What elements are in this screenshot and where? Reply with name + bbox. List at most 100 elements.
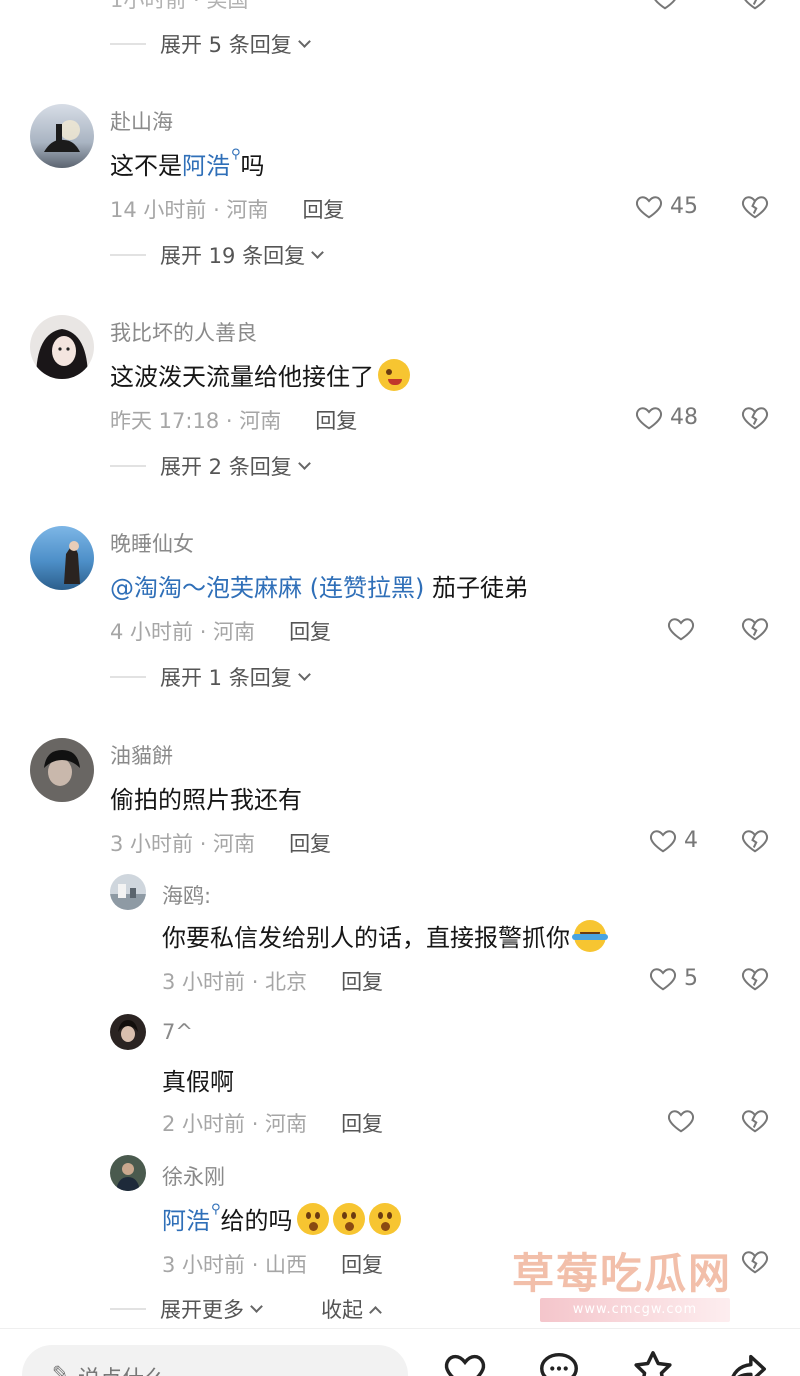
- text-prefix: 这不是: [110, 152, 182, 180]
- like-button[interactable]: 48: [634, 402, 698, 432]
- shocked-face-emoji: [296, 1202, 329, 1235]
- comment-meta: 3 小时前 · 北京 回复: [162, 966, 383, 996]
- expand-replies-button[interactable]: 展开 2 条回复: [110, 451, 311, 481]
- reply-button[interactable]: 回复: [289, 616, 331, 646]
- username[interactable]: 海鸥:: [162, 880, 211, 910]
- like-button[interactable]: [666, 1105, 696, 1135]
- reply-button[interactable]: 回复: [341, 966, 383, 996]
- avatar[interactable]: [30, 315, 94, 379]
- like-count: 45: [670, 193, 698, 219]
- search-link[interactable]: 阿浩: [162, 1201, 210, 1236]
- comment-meta: 3 小时前 · 河南 回复: [110, 828, 331, 858]
- expand-label: 展开 1 条回复: [160, 666, 292, 690]
- broken-heart-icon[interactable]: [740, 402, 770, 432]
- broken-heart-icon[interactable]: [740, 613, 770, 643]
- expand-more-label: 展开更多: [160, 1298, 244, 1322]
- heart-icon: [650, 830, 676, 853]
- comment-text: 这不是 阿浩 ⚲ 吗: [110, 146, 265, 181]
- expand-more-row: 展开更多 收起: [110, 1294, 382, 1324]
- username[interactable]: 赴山海: [110, 106, 173, 136]
- expand-replies-button[interactable]: 展开 19 条回复: [110, 240, 324, 270]
- like-button[interactable]: 4: [648, 825, 698, 855]
- username[interactable]: 7^: [162, 1020, 193, 1044]
- bottom-action-bar: ✎ 说点什么...: [0, 1328, 800, 1376]
- like-button[interactable]: 5: [648, 963, 698, 993]
- dislike-icon[interactable]: [740, 0, 770, 16]
- like-count: 4: [684, 827, 698, 853]
- collapse-button[interactable]: 收起: [321, 1294, 382, 1324]
- broken-heart-icon[interactable]: [740, 825, 770, 855]
- like-count: 5: [684, 965, 698, 991]
- shocked-face-emoji: [332, 1202, 365, 1235]
- chevron-down-icon: [297, 456, 311, 470]
- like-icon[interactable]: [650, 0, 680, 16]
- comment-text: 真假啊: [162, 1062, 234, 1097]
- avatar[interactable]: [30, 104, 94, 168]
- comment-meta: 昨天 17:18 · 河南 回复: [110, 405, 357, 435]
- like-button[interactable]: [666, 613, 696, 643]
- expand-label: 展开 5 条回复: [160, 33, 292, 57]
- text-suffix: 给的吗: [220, 1207, 293, 1235]
- avatar[interactable]: [30, 738, 94, 802]
- chevron-down-icon: [311, 245, 324, 259]
- star-icon[interactable]: [630, 1347, 676, 1376]
- text-suffix: 茄子徒弟: [424, 574, 528, 602]
- expand-replies-button[interactable]: 展开 1 条回复: [110, 662, 311, 692]
- input-placeholder: 说点什么...: [78, 1361, 187, 1376]
- broken-heart-icon[interactable]: [740, 1246, 770, 1276]
- previous-comment-meta: 1小时前 · 美国: [0, 0, 800, 12]
- expand-replies-button[interactable]: 展开 5 条回复: [110, 29, 311, 59]
- comment-meta: 14 小时前 · 河南 回复: [110, 194, 344, 224]
- broken-heart-icon[interactable]: [740, 963, 770, 993]
- comment-text: 你要私信发给别人的话，直接报警抓你: [162, 918, 608, 953]
- broken-heart-icon[interactable]: [740, 191, 770, 221]
- reply-button[interactable]: 回复: [289, 828, 331, 858]
- time-location: 14 小时前 · 河南: [110, 198, 269, 222]
- watermark-url: www.cmcgw.com: [540, 1298, 730, 1322]
- expand-more-button[interactable]: 展开更多: [160, 1294, 263, 1324]
- comment-input[interactable]: ✎ 说点什么...: [22, 1345, 408, 1376]
- avatar[interactable]: [110, 1155, 146, 1191]
- username[interactable]: 我比坏的人善良: [110, 317, 257, 347]
- heart-icon: [668, 1110, 694, 1133]
- heart-icon[interactable]: [442, 1347, 488, 1376]
- heart-icon: [636, 196, 662, 219]
- search-link[interactable]: 阿浩: [182, 146, 230, 181]
- chevron-down-icon: [297, 667, 311, 681]
- chevron-up-icon: [369, 1305, 382, 1319]
- comment-meta: 4 小时前 · 河南 回复: [110, 616, 331, 646]
- broken-heart-icon[interactable]: [740, 1105, 770, 1135]
- text-body: 你要私信发给别人的话，直接报警抓你: [162, 924, 570, 952]
- reply-button[interactable]: 回复: [302, 194, 344, 224]
- username[interactable]: 晚睡仙女: [110, 528, 194, 558]
- comment-text: 这波泼天流量给他接住了: [110, 357, 410, 392]
- time-location: 3 小时前 · 河南: [110, 832, 256, 856]
- time-location: 4 小时前 · 河南: [110, 620, 256, 644]
- comment-bubble-icon[interactable]: [536, 1347, 582, 1376]
- comment-text: @淘淘～泡芙麻麻 (连赞拉黑) 茄子徒弟: [110, 568, 528, 603]
- username[interactable]: 油貓餅: [110, 740, 173, 770]
- time-location: 3 小时前 · 北京: [162, 970, 308, 994]
- like-button[interactable]: 45: [634, 191, 698, 221]
- laughing-crying-emoji: [572, 919, 608, 952]
- text-suffix: 吗: [240, 152, 265, 180]
- watermark-logo: 草莓吃瓜网: [512, 1249, 733, 1298]
- chevron-down-icon: [297, 34, 311, 48]
- pencil-icon: ✎: [52, 1361, 69, 1376]
- reply-button[interactable]: 回复: [341, 1108, 383, 1138]
- text-body: 这波泼天流量给他接住了: [110, 363, 374, 391]
- reply-button[interactable]: 回复: [341, 1249, 383, 1279]
- time-location: 昨天 17:18 · 河南: [110, 409, 282, 433]
- expand-label: 展开 2 条回复: [160, 455, 292, 479]
- comment-text: 阿浩 ⚲ 给的吗: [162, 1201, 401, 1236]
- avatar[interactable]: [110, 874, 146, 910]
- heart-icon: [668, 618, 694, 641]
- avatar[interactable]: [30, 526, 94, 590]
- username[interactable]: 徐永刚: [162, 1161, 225, 1191]
- reply-button[interactable]: 回复: [315, 405, 357, 435]
- time-location: 1小时前 · 美国: [110, 0, 249, 12]
- mention-link[interactable]: @淘淘～泡芙麻麻 (连赞拉黑): [110, 568, 424, 603]
- search-icon: ⚲: [211, 1202, 221, 1217]
- avatar[interactable]: [110, 1014, 146, 1050]
- share-icon[interactable]: [724, 1347, 770, 1376]
